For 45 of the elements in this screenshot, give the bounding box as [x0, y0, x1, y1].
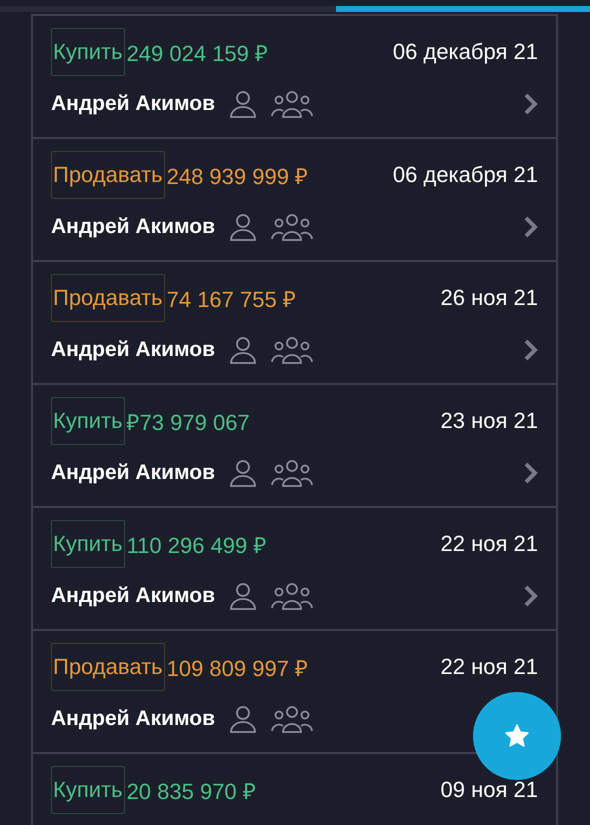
deal-amount: 20 835 970 ₽ — [126, 778, 256, 805]
group-icon — [271, 213, 314, 241]
deal-date: 06 декабря 21 — [392, 162, 538, 188]
star-icon — [504, 723, 530, 749]
deal-date: 26 ноя 21 — [440, 285, 538, 311]
group-icon — [271, 705, 314, 733]
deal-type: Купить — [51, 397, 125, 445]
deal-date: 09 ноя 21 — [440, 777, 538, 803]
deal-date: 23 ноя 21 — [440, 408, 538, 434]
person-name: Андрей Акимов — [51, 338, 216, 362]
deal-amount: 248 939 999 ₽ — [166, 163, 308, 190]
deal-type: Купить — [51, 766, 125, 814]
person-icon — [229, 336, 258, 364]
deal-type: Купить — [51, 28, 125, 76]
group-icon — [271, 336, 314, 364]
deal-date: 06 декабря 21 — [392, 39, 538, 65]
deal-type: Купить — [51, 520, 125, 568]
deal-date: 22 ноя 21 — [440, 654, 538, 680]
chevron-icon[interactable] — [524, 93, 538, 115]
deal-amount: 110 296 499 ₽ — [126, 532, 266, 559]
deal-amount: ₽73 979 067 — [126, 409, 250, 436]
person-name: Андрей Акимов — [51, 92, 216, 116]
chevron-icon[interactable] — [524, 216, 538, 238]
person-icon — [229, 705, 258, 733]
deal-type: Продавать — [51, 274, 165, 322]
person-name: Андрей Акимов — [51, 584, 216, 608]
chevron-icon[interactable] — [524, 462, 538, 484]
deal-date: 22 ноя 21 — [440, 531, 538, 557]
group-icon — [271, 582, 314, 610]
person-icon — [229, 582, 258, 610]
deal-type: Продавать — [51, 151, 165, 199]
person-icon — [229, 459, 258, 487]
deal-amount: 249 024 159 ₽ — [126, 40, 268, 67]
person-icon — [229, 90, 258, 118]
person-icon — [229, 213, 258, 241]
deal-amount: 74 167 755 ₽ — [166, 286, 296, 313]
chevron-icon[interactable] — [524, 585, 538, 607]
chevron-icon[interactable] — [524, 339, 538, 361]
person-name: Андрей Акимов — [51, 215, 216, 239]
person-name: Андрей Акимов — [51, 461, 216, 485]
person-name: Андрей Акимов — [51, 707, 216, 731]
deal-amount: 109 809 997 ₽ — [166, 655, 308, 682]
group-icon — [271, 459, 314, 487]
group-icon — [271, 90, 314, 118]
deal-type: Продавать — [51, 643, 165, 691]
